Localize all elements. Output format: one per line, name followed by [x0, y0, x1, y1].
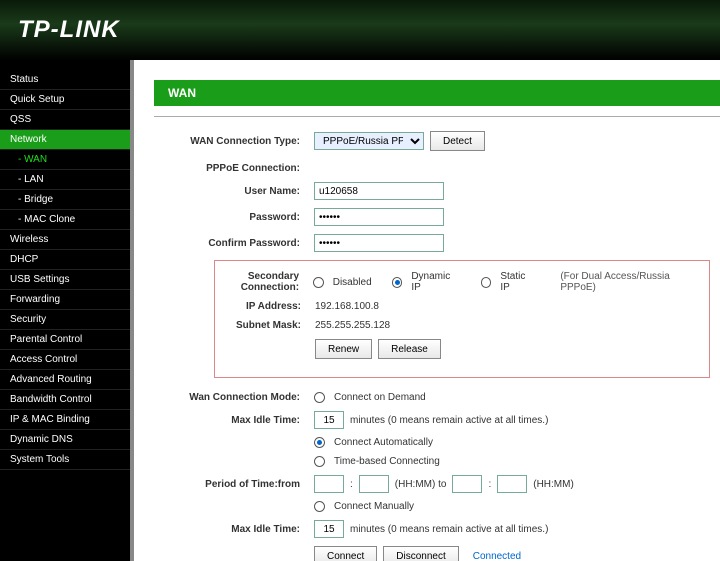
- username-field[interactable]: [314, 182, 444, 200]
- renew-button[interactable]: Renew: [315, 339, 372, 359]
- label-username: User Name:: [154, 186, 314, 197]
- label-confirm: Confirm Password:: [154, 238, 314, 249]
- label-ip: IP Address:: [215, 301, 315, 312]
- release-button[interactable]: Release: [378, 339, 441, 359]
- time-from-h[interactable]: [314, 475, 344, 493]
- radio-auto[interactable]: [314, 437, 325, 448]
- sidebar-item-ip-mac-binding[interactable]: IP & MAC Binding: [0, 410, 130, 430]
- divider: [154, 116, 720, 117]
- secondary-box: Secondary Connection: Disabled Dynamic I…: [214, 260, 710, 378]
- label-mask: Subnet Mask:: [215, 320, 315, 331]
- sidebar-item--wan[interactable]: - WAN: [0, 150, 130, 170]
- sidebar-item-usb-settings[interactable]: USB Settings: [0, 270, 130, 290]
- label-idle2: Max Idle Time:: [154, 524, 314, 535]
- idle1-field[interactable]: [314, 411, 344, 429]
- sidebar-item-status[interactable]: Status: [0, 70, 130, 90]
- label-idle1: Max Idle Time:: [154, 415, 314, 426]
- ip-value: 192.168.100.8: [315, 301, 379, 312]
- password-field[interactable]: [314, 208, 444, 226]
- time-to-m[interactable]: [497, 475, 527, 493]
- label-pppoe: PPPoE Connection:: [154, 163, 314, 174]
- sidebar-item-network[interactable]: Network: [0, 130, 130, 150]
- sidebar: StatusQuick SetupQSSNetwork- WAN- LAN- B…: [0, 60, 130, 561]
- status-text: Connected: [473, 551, 521, 561]
- sidebar-item-parental-control[interactable]: Parental Control: [0, 330, 130, 350]
- logo: TP-LINK: [18, 16, 120, 44]
- radio-manual[interactable]: [314, 501, 325, 512]
- detect-button[interactable]: Detect: [430, 131, 485, 151]
- sidebar-item--mac-clone[interactable]: - MAC Clone: [0, 210, 130, 230]
- conn-type-select[interactable]: PPPoE/Russia PPPoE: [314, 132, 424, 150]
- label-period: Period of Time:from: [154, 479, 314, 490]
- sidebar-item-advanced-routing[interactable]: Advanced Routing: [0, 370, 130, 390]
- label-secondary: Secondary Connection:: [215, 271, 313, 293]
- content: WAN WAN Connection Type: PPPoE/Russia PP…: [130, 60, 720, 561]
- page-title: WAN: [154, 80, 720, 106]
- connect-button[interactable]: Connect: [314, 546, 377, 561]
- sidebar-item-forwarding[interactable]: Forwarding: [0, 290, 130, 310]
- disconnect-button[interactable]: Disconnect: [383, 546, 458, 561]
- radio-time[interactable]: [314, 456, 325, 467]
- radio-static[interactable]: [481, 277, 492, 288]
- label-password: Password:: [154, 212, 314, 223]
- radio-ondemand[interactable]: [314, 392, 325, 403]
- sidebar-item-bandwidth-control[interactable]: Bandwidth Control: [0, 390, 130, 410]
- time-from-m[interactable]: [359, 475, 389, 493]
- sidebar-item-system-tools[interactable]: System Tools: [0, 450, 130, 470]
- sidebar-item-security[interactable]: Security: [0, 310, 130, 330]
- sidebar-item-dynamic-dns[interactable]: Dynamic DNS: [0, 430, 130, 450]
- sidebar-item--bridge[interactable]: - Bridge: [0, 190, 130, 210]
- label-mode: Wan Connection Mode:: [154, 392, 314, 403]
- idle2-field[interactable]: [314, 520, 344, 538]
- label-conn-type: WAN Connection Type:: [154, 136, 314, 147]
- sidebar-item-dhcp[interactable]: DHCP: [0, 250, 130, 270]
- header: TP-LINK: [0, 0, 720, 60]
- confirm-password-field[interactable]: [314, 234, 444, 252]
- radio-dynamic[interactable]: [392, 277, 403, 288]
- time-to-h[interactable]: [452, 475, 482, 493]
- sidebar-item-access-control[interactable]: Access Control: [0, 350, 130, 370]
- sidebar-item-quick-setup[interactable]: Quick Setup: [0, 90, 130, 110]
- sidebar-item-wireless[interactable]: Wireless: [0, 230, 130, 250]
- sidebar-item--lan[interactable]: - LAN: [0, 170, 130, 190]
- radio-disabled[interactable]: [313, 277, 324, 288]
- sidebar-item-qss[interactable]: QSS: [0, 110, 130, 130]
- mask-value: 255.255.255.128: [315, 320, 390, 331]
